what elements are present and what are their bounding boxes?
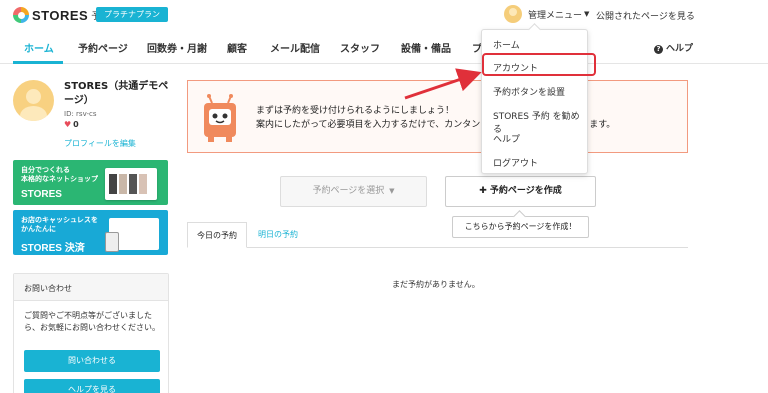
help-label: ヘルプ	[666, 44, 694, 54]
menu-item-help[interactable]: ヘルプ	[493, 132, 520, 145]
caret-down-icon: ▼	[584, 10, 590, 18]
admin-dropdown-menu: ホーム アカウント 予約ボタンを設置 STORES 予約 を勧める ヘルプ ログ…	[481, 29, 588, 174]
create-page-tooltip: こちらから予約ページを作成！	[452, 216, 589, 238]
onboarding-alert: まずは予約を受け付けられるようにしましょう！ 案内にしたがって必要項目を入力する…	[187, 80, 688, 153]
create-reservation-page-button[interactable]: ✚ 予約ページを作成	[445, 176, 596, 207]
inquiry-body: ご質問やご不明点等がございましたら、お気軽にお問い合わせください。	[24, 311, 160, 332]
banner-brand: STORES 決済	[21, 243, 85, 254]
account-highlight-box	[482, 53, 596, 76]
menu-item-logout[interactable]: ログアウト	[493, 156, 538, 169]
help-button[interactable]: ヘルプを見る	[24, 379, 160, 393]
admin-menu-label: 管理メニュー	[528, 10, 583, 21]
profile-name: STORES（共通デモページ）	[64, 81, 169, 106]
plan-badge: プラチナプラン	[96, 7, 168, 22]
nav-customers[interactable]: 顧客	[227, 40, 247, 55]
tab-today[interactable]: 今日の予約	[187, 222, 247, 248]
profile-likes: ♥ 0	[64, 120, 79, 129]
nav-reservation-pages[interactable]: 予約ページ	[78, 40, 128, 55]
nav-mail[interactable]: メール配信	[270, 40, 320, 55]
main-nav: ホーム 予約ページ 回数券・月謝 顧客 メール配信 スタッフ 設備・備品 プ ?…	[0, 30, 768, 64]
edit-profile-link[interactable]: プロフィールを編集	[64, 138, 136, 149]
avatar	[504, 5, 522, 23]
admin-menu-toggle[interactable]: 管理メニュー ▼	[504, 5, 589, 23]
question-icon: ?	[654, 45, 663, 54]
card-reader-image	[105, 232, 119, 252]
mascot-icon	[204, 94, 236, 142]
reservation-tabs: 今日の予約 明日の予約	[187, 222, 688, 248]
logo-text: STORES	[32, 7, 89, 23]
nav-home[interactable]: ホーム	[24, 40, 54, 55]
inquiry-title: お問い合わせ	[14, 274, 168, 301]
stores-shop-banner[interactable]: 自分でつくれる 本格的なネットショップ STORES	[13, 160, 168, 205]
help-link[interactable]: ? ヘルプ	[654, 41, 693, 54]
contact-button[interactable]: 問い合わせる	[24, 350, 160, 372]
stores-payment-banner[interactable]: お店のキャッシュレスを かんたんに STORES 決済	[13, 210, 168, 255]
profile-avatar	[13, 80, 54, 121]
shop-mockup-image	[105, 168, 157, 200]
plus-icon: ✚	[479, 186, 490, 196]
inquiry-panel: お問い合わせ ご質問やご不明点等がございましたら、お気軽にお問い合わせください。…	[13, 273, 169, 393]
menu-item-home[interactable]: ホーム	[493, 38, 520, 51]
profile-id: ID: rsv-cs	[64, 110, 97, 118]
logo[interactable]: STORES 予約	[13, 7, 109, 23]
nav-equipment[interactable]: 設備・備品	[401, 40, 451, 55]
heart-icon: ♥	[64, 120, 72, 129]
menu-item-install-button[interactable]: 予約ボタンを設置	[493, 85, 565, 98]
select-reservation-page-dropdown[interactable]: 予約ページを選択 ▼	[280, 176, 427, 207]
top-bar: STORES 予約 プラチナプラン 管理メニュー ▼ 公開されたページを見る	[0, 0, 768, 30]
public-page-link[interactable]: 公開されたページを見る	[596, 9, 695, 22]
nav-staff[interactable]: スタッフ	[340, 40, 380, 55]
tab-tomorrow[interactable]: 明日の予約	[249, 222, 307, 248]
banner-text: 自分でつくれる 本格的なネットショップ	[21, 166, 98, 183]
banner-brand: STORES	[21, 189, 62, 200]
empty-reservations-message: まだ予約がありません。	[392, 280, 480, 289]
caret-down-icon: ▼	[389, 187, 395, 195]
stores-logo-icon	[13, 7, 29, 23]
banner-text: お店のキャッシュレスを かんたんに	[21, 216, 98, 233]
active-tab-indicator	[13, 61, 63, 64]
nav-tickets[interactable]: 回数券・月謝	[147, 40, 207, 55]
